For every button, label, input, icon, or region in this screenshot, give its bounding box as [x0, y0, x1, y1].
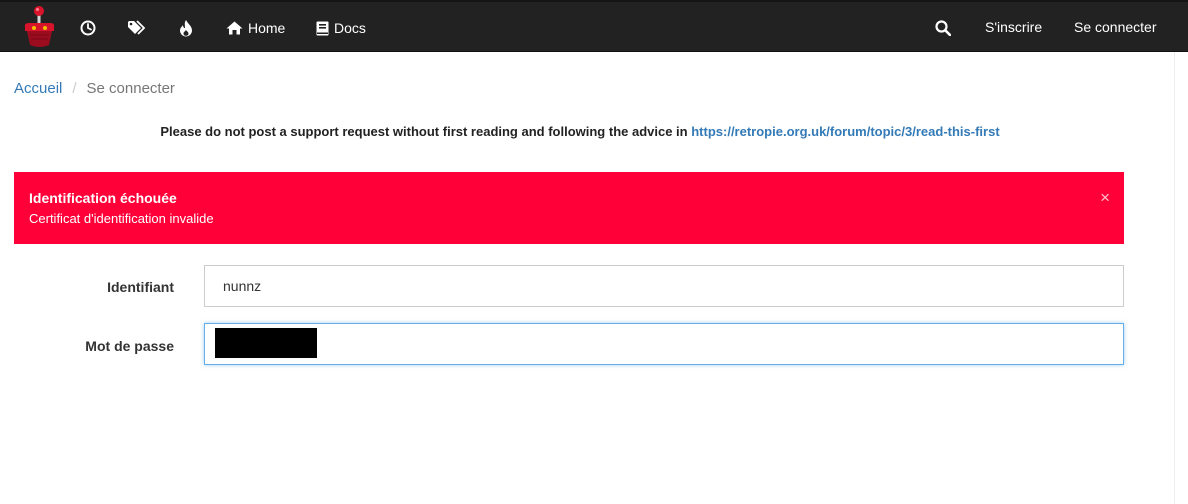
page-scrollbar[interactable] — [1174, 52, 1188, 504]
read-this-first-link[interactable]: https://retropie.org.uk/forum/topic/3/re… — [691, 124, 999, 139]
breadcrumb-separator: / — [72, 80, 77, 97]
recent-icon[interactable] — [78, 18, 98, 38]
nav-home-label: Home — [248, 20, 286, 36]
password-label: Mot de passe — [85, 338, 174, 354]
password-input[interactable] — [204, 323, 1124, 365]
notice-text: Please do not post a support request wit… — [160, 124, 692, 139]
alert-title: Identification échouée — [29, 190, 177, 206]
login-error-alert: Identification échouée Certificat d'iden… — [14, 172, 1124, 244]
alert-message: Certificat d'identification invalide — [29, 211, 214, 226]
close-icon[interactable]: × — [1100, 189, 1110, 206]
support-notice: Please do not post a support request wit… — [0, 124, 1160, 139]
tags-icon[interactable] — [126, 18, 148, 38]
nav-docs-label: Docs — [334, 20, 366, 36]
home-icon — [226, 21, 243, 35]
breadcrumb-home-link[interactable]: Accueil — [14, 80, 62, 97]
book-icon — [316, 21, 329, 35]
redacted-password — [215, 328, 317, 358]
username-input[interactable]: nunnz — [204, 265, 1124, 307]
username-label: Identifiant — [107, 279, 174, 295]
register-link[interactable]: S'inscrire — [985, 19, 1042, 35]
username-value: nunnz — [223, 278, 262, 294]
breadcrumb-current: Se connecter — [86, 80, 175, 97]
breadcrumb: Accueil / Se connecter — [14, 80, 175, 97]
top-navbar: Home Docs S'inscrire Se connecter — [0, 0, 1188, 52]
search-icon[interactable] — [933, 18, 953, 38]
fire-icon[interactable] — [176, 18, 196, 38]
login-link[interactable]: Se connecter — [1074, 19, 1157, 35]
nav-home-link[interactable]: Home — [226, 18, 285, 38]
nav-docs-link[interactable]: Docs — [316, 18, 366, 38]
retropie-logo[interactable] — [20, 5, 60, 51]
